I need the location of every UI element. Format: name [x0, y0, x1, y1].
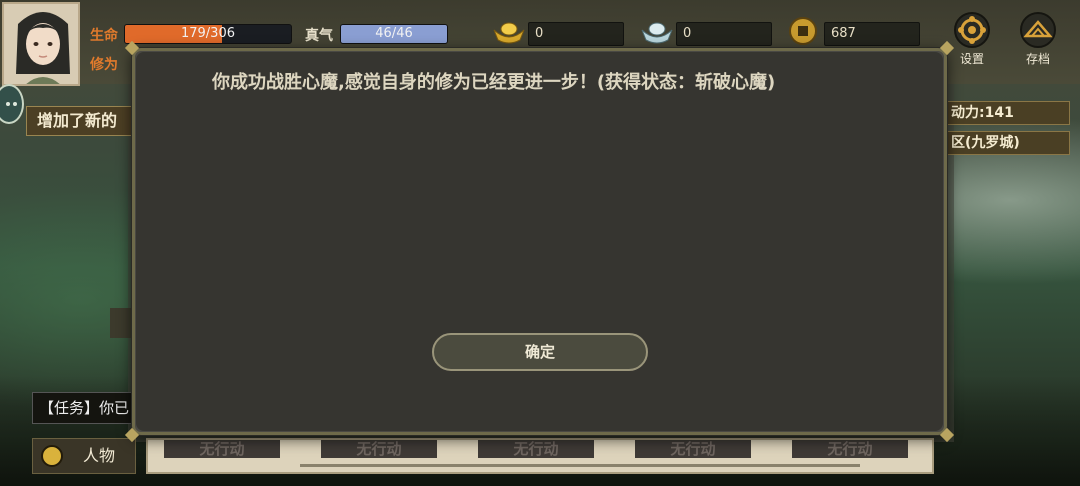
character-button[interactable]: 人物 — [32, 438, 136, 474]
action-points: 动力:141 — [944, 101, 1070, 125]
silver-count: 0 — [676, 22, 772, 46]
confirm-button[interactable]: 确定 — [432, 333, 648, 371]
action-slot-5[interactable]: 无行动 — [792, 440, 908, 458]
current-location: 区(九罗城) — [944, 131, 1070, 155]
character-icon — [41, 445, 63, 467]
save-label: 存档 — [1025, 52, 1050, 66]
copper-count: 687 — [824, 22, 920, 46]
quest-tracker[interactable]: 【任务】你已 — [32, 392, 136, 424]
bottom-scrollbar[interactable] — [300, 464, 860, 467]
copper-coin-icon — [788, 16, 818, 50]
dialog-body — [136, 52, 943, 431]
action-slot-3[interactable]: 无行动 — [478, 440, 594, 458]
gold-ingot-icon — [492, 18, 526, 50]
chat-toggle-button[interactable] — [0, 84, 24, 124]
hp-label: 生命 — [90, 28, 118, 44]
player-portrait[interactable] — [2, 2, 80, 86]
gold-count: 0 — [528, 22, 624, 46]
settings-label: 设置 — [959, 52, 984, 66]
action-slot-2[interactable]: 无行动 — [321, 440, 437, 458]
event-notice[interactable]: 增加了新的 — [26, 106, 136, 136]
save-icon — [1023, 20, 1053, 38]
hp-value: 179/306 — [180, 26, 235, 41]
save-button[interactable] — [1020, 12, 1056, 48]
settings-icon — [958, 16, 986, 44]
action-slot-4[interactable]: 无行动 — [635, 440, 751, 458]
cultivation-label: 修为 — [90, 57, 118, 73]
dialog-message: 你成功战胜心魔,感觉自身的修为已经更进一步！(获得状态：斩破心魔) — [212, 72, 776, 93]
settings-button[interactable] — [954, 12, 990, 48]
qi-value: 46/46 — [375, 26, 413, 41]
hp-bar: 179/306 — [124, 24, 292, 44]
qi-bar: 46/46 — [340, 24, 448, 44]
action-slot-1[interactable]: 无行动 — [164, 440, 280, 458]
message-dialog: 你成功战胜心魔,感觉自身的修为已经更进一步！(获得状态：斩破心魔) 确定 — [124, 40, 955, 443]
portrait-image — [4, 4, 78, 84]
chat-icon — [6, 102, 17, 106]
silver-ingot-icon — [640, 18, 674, 50]
qi-label: 真气 — [305, 28, 333, 44]
character-button-label: 人物 — [83, 446, 116, 465]
